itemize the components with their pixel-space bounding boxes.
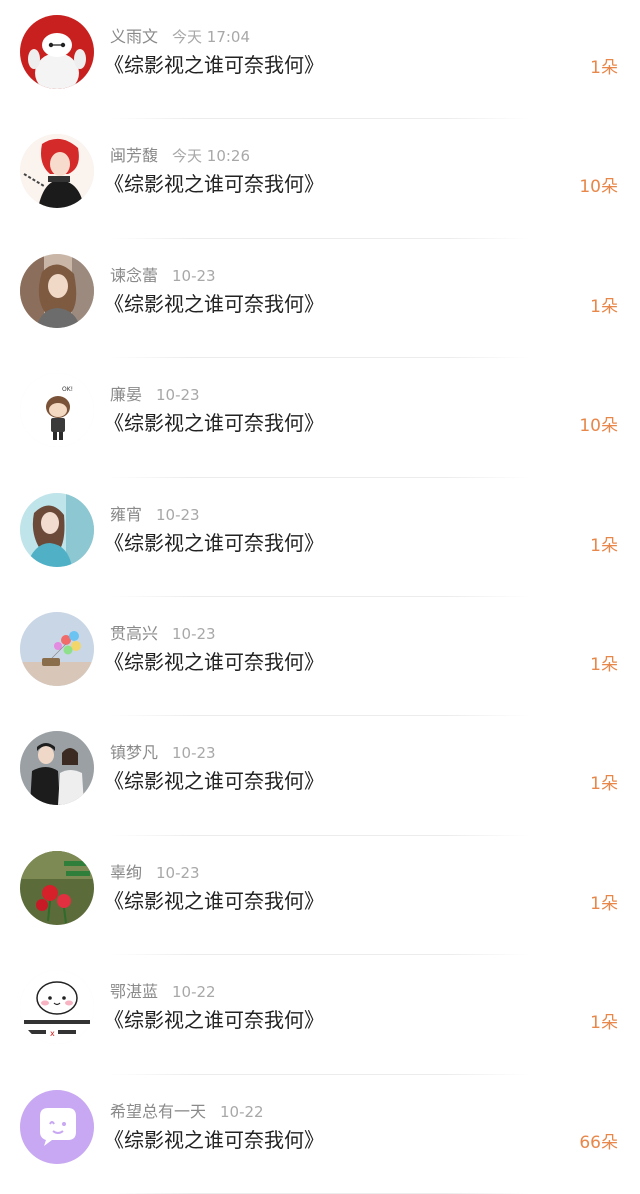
user-name[interactable]: 谏念蕾 (110, 266, 158, 285)
flower-count: 1朵 (590, 535, 618, 556)
flower-count: 66朵 (579, 1132, 618, 1153)
chat-bubble-avatar[interactable] (20, 1089, 94, 1164)
book-title[interactable]: 《综影视之谁可奈我何》 (104, 529, 324, 557)
list-item[interactable]: 谏念蕾 10-23 《综影视之谁可奈我何》 1朵 (0, 239, 640, 359)
cute-bun-meme-avatar[interactable]: x (20, 970, 94, 1045)
book-title[interactable]: 《综影视之谁可奈我何》 (104, 409, 324, 437)
item-meta: 廉晏 10-23 (110, 385, 200, 405)
flower-count: 1朵 (590, 1013, 618, 1034)
book-title[interactable]: 《综影视之谁可奈我何》 (104, 1126, 324, 1154)
baymax-avatar[interactable] (20, 15, 94, 89)
item-meta: 谏念蕾 10-23 (110, 266, 216, 286)
timestamp: 10-23 (172, 744, 216, 763)
timestamp: 今天 17:04 (172, 28, 251, 46)
svg-text:OK!: OK! (62, 386, 73, 393)
item-meta: 鄂湛蓝 10-22 (110, 982, 216, 1002)
user-name[interactable]: 希望总有一天 (110, 1102, 206, 1121)
flower-count: 1朵 (590, 296, 618, 317)
item-meta: 贯高兴 10-23 (110, 624, 216, 644)
roses-avatar[interactable] (20, 850, 94, 925)
book-title[interactable]: 《综影视之谁可奈我何》 (104, 170, 324, 198)
flower-count: 1朵 (590, 58, 618, 78)
user-name[interactable]: 廉晏 (110, 385, 142, 404)
list-item[interactable]: OK! 廉晏 10-23 《综影视之谁可奈我何》 10朵 (0, 358, 640, 478)
girl-blue-avatar[interactable] (20, 492, 94, 567)
timestamp: 10-23 (156, 863, 200, 882)
book-title[interactable]: 《综影视之谁可奈我何》 (104, 1006, 324, 1034)
list-item[interactable]: 辜绚 10-23 《综影视之谁可奈我何》 1朵 (0, 836, 640, 956)
timestamp: 10-23 (156, 386, 200, 405)
book-title[interactable]: 《综影视之谁可奈我何》 (104, 290, 324, 318)
item-meta: 希望总有一天 10-22 (110, 1102, 264, 1122)
flower-count: 1朵 (590, 774, 618, 795)
balloons-avatar[interactable] (20, 611, 94, 686)
book-title[interactable]: 《综影视之谁可奈我何》 (104, 767, 324, 795)
list-item[interactable]: 镇梦凡 10-23 《综影视之谁可奈我何》 1朵 (0, 716, 640, 836)
flower-count: 1朵 (590, 893, 618, 914)
list-item[interactable]: 闽芳馥 今天 10:26 《综影视之谁可奈我何》 10朵 (0, 119, 640, 239)
item-meta: 义雨文 今天 17:04 (110, 27, 250, 47)
flower-count: 1朵 (590, 654, 618, 675)
user-name[interactable]: 义雨文 (110, 27, 158, 46)
user-name[interactable]: 鄂湛蓝 (110, 982, 158, 1001)
red-hair-anime-avatar[interactable] (20, 134, 94, 209)
book-title[interactable]: 《综影视之谁可奈我何》 (104, 648, 324, 676)
flower-count: 10朵 (579, 177, 618, 198)
svg-text:x: x (50, 1029, 55, 1038)
timestamp: 10-22 (220, 1102, 264, 1121)
list-item[interactable]: 义雨文 今天 17:04 《综影视之谁可奈我何》 1朵 (0, 0, 640, 120)
gift-record-list: 义雨文 今天 17:04 《综影视之谁可奈我何》 1朵 闽芳馥 今天 10:26 《… (0, 0, 640, 1194)
flower-count: 10朵 (579, 416, 618, 437)
timestamp: 10-23 (172, 266, 216, 285)
list-item[interactable]: x 鄂湛蓝 10-22 《综影视之谁可奈我何》 1朵 (0, 955, 640, 1075)
item-meta: 闽芳馥 今天 10:26 (110, 146, 250, 166)
list-item[interactable]: 贯高兴 10-23 《综影视之谁可奈我何》 1朵 (0, 597, 640, 717)
list-item[interactable]: 雍宵 10-23 《综影视之谁可奈我何》 1朵 (0, 478, 640, 597)
timestamp: 10-23 (172, 624, 216, 643)
book-title[interactable]: 《综影视之谁可奈我何》 (104, 51, 324, 79)
timestamp: 10-22 (172, 983, 216, 1002)
item-meta: 雍宵 10-23 (110, 505, 200, 525)
cartoon-boy-avatar[interactable]: OK! (20, 373, 94, 448)
user-name[interactable]: 闽芳馥 (110, 146, 158, 165)
couple-photo-avatar[interactable] (20, 731, 94, 806)
book-title[interactable]: 《综影视之谁可奈我何》 (104, 887, 324, 915)
timestamp: 今天 10:26 (172, 147, 251, 166)
timestamp: 10-23 (156, 505, 200, 524)
list-item[interactable]: 希望总有一天 10-22 《综影视之谁可奈我何》 66朵 (0, 1075, 640, 1194)
girl-photo-avatar[interactable] (20, 253, 94, 328)
user-name[interactable]: 贯高兴 (110, 624, 158, 643)
item-meta: 镇梦凡 10-23 (110, 743, 216, 763)
item-meta: 辜绚 10-23 (110, 863, 200, 883)
user-name[interactable]: 镇梦凡 (110, 743, 158, 762)
user-name[interactable]: 辜绚 (110, 863, 142, 882)
user-name[interactable]: 雍宵 (110, 505, 142, 524)
